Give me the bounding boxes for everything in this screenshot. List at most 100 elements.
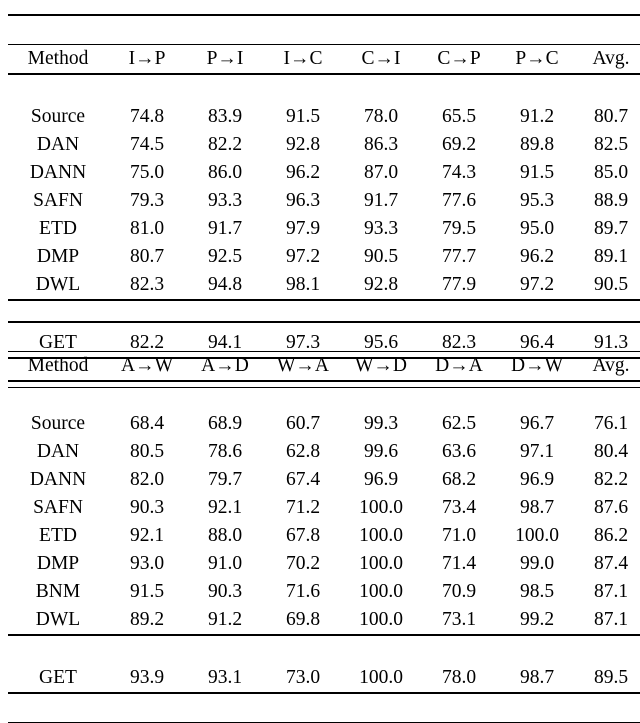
- horizontal-rule: [8, 634, 640, 664]
- horizontal-rule: [8, 14, 640, 45]
- cell-average: 76.1: [593, 413, 629, 435]
- column-header-aw: A→W: [121, 355, 173, 377]
- cell-value: 93.0: [129, 553, 165, 575]
- column-header-ci: C→I: [361, 48, 401, 70]
- cell-value: 90.3: [207, 581, 243, 603]
- cell-value: 62.8: [285, 441, 321, 463]
- cell-value: 100.0: [359, 609, 403, 631]
- cell-value: 97.2: [285, 246, 321, 268]
- cell-value: 99.0: [519, 553, 555, 575]
- cell-value: 91.2: [207, 609, 243, 631]
- cell-value: 89.8: [519, 134, 555, 156]
- cell-value: 96.7: [519, 413, 555, 435]
- cell-value: 92.8: [363, 274, 399, 296]
- table-row: BNM 91.5 90.3 71.6 100.0 70.9 98.5 87.1: [8, 578, 640, 606]
- cell-value: 100.0: [359, 581, 403, 603]
- row-method-name: DMP: [36, 246, 80, 268]
- row-method-name: ETD: [39, 525, 77, 547]
- row-method-name: BNM: [35, 581, 81, 603]
- cell-value: 96.3: [285, 190, 321, 212]
- cell-value: 91.2: [519, 106, 555, 128]
- column-header-pi: P→I: [206, 48, 244, 70]
- clipped-caption-above: [8, 0, 628, 2]
- cell-value: 96.2: [285, 162, 321, 184]
- cell-value: 91.5: [129, 581, 165, 603]
- cell-value: 86.3: [363, 134, 399, 156]
- cell-average: 87.6: [593, 497, 629, 519]
- table-rule-bottom: [8, 692, 640, 723]
- cell-value: 91.0: [207, 553, 243, 575]
- cell-value: 94.8: [207, 274, 243, 296]
- row-method-name: DWL: [35, 609, 81, 631]
- cell-value: 77.7: [441, 246, 477, 268]
- cell-value: 73.1: [441, 609, 477, 631]
- cell-value: 69.2: [441, 134, 477, 156]
- cell-value: 83.9: [207, 106, 243, 128]
- cell-value: 68.2: [441, 469, 477, 491]
- cell-average: 87.1: [593, 581, 629, 603]
- horizontal-rule: [8, 321, 640, 352]
- cell-average: 87.4: [593, 553, 629, 575]
- row-method-name: DMP: [36, 553, 80, 575]
- cell-value: 99.6: [363, 441, 399, 463]
- cell-value: 96.9: [519, 469, 555, 491]
- cell-value: 90.5: [363, 246, 399, 268]
- cell-value: 80.7: [129, 246, 165, 268]
- cell-value: 92.1: [129, 525, 165, 547]
- cell-value: 73.4: [441, 497, 477, 519]
- cell-value: 98.7: [519, 497, 555, 519]
- cell-average: 82.2: [593, 469, 629, 491]
- column-header-da: D→A: [435, 355, 483, 377]
- cell-value: 80.5: [129, 441, 165, 463]
- cell-value: 70.9: [441, 581, 477, 603]
- column-header-avg: Avg.: [592, 355, 630, 377]
- cell-value: 91.7: [363, 190, 399, 212]
- row-method-name: SAFN: [33, 190, 83, 212]
- cell-value: 78.6: [207, 441, 243, 463]
- row-method-name: DAN: [36, 134, 80, 156]
- row-method-name: Source: [30, 106, 86, 128]
- horizontal-rule: [8, 73, 640, 103]
- table-rule-top: [8, 14, 640, 45]
- table-row: DANN 82.0 79.7 67.4 96.9 68.2 96.9 82.2: [8, 466, 640, 494]
- cell-value: 62.5: [441, 413, 477, 435]
- cell-value: 86.0: [207, 162, 243, 184]
- summary-cell-value: 73.0: [285, 667, 321, 689]
- cell-value: 92.5: [207, 246, 243, 268]
- row-method-name: Source: [30, 413, 86, 435]
- column-header-cp: C→P: [437, 48, 481, 70]
- cell-value: 90.3: [129, 497, 165, 519]
- table-row: SAFN 79.3 93.3 96.3 91.7 77.6 95.3 88.9: [8, 187, 640, 215]
- cell-value: 71.0: [441, 525, 477, 547]
- cell-value: 91.7: [207, 218, 243, 240]
- summary-cell-value: 78.0: [441, 667, 477, 689]
- table-rule-mid: [8, 73, 640, 103]
- cell-value: 92.8: [285, 134, 321, 156]
- cell-value: 79.3: [129, 190, 165, 212]
- row-method-name: DAN: [36, 441, 80, 463]
- cell-value: 71.6: [285, 581, 321, 603]
- cell-value: 77.9: [441, 274, 477, 296]
- results-table-office31: Method A→W A→D W→A W→D D→A D→W Avg. Source 68.4 68…: [8, 321, 640, 723]
- table-header-row: Method I→P P→I I→C C→I C→P P→C Avg.: [8, 45, 640, 75]
- column-header-avg: Avg.: [592, 48, 630, 70]
- table-row: Source 74.8 83.9 91.5 78.0 65.5 91.2 80.7: [8, 103, 640, 131]
- cell-value: 82.0: [129, 469, 165, 491]
- cell-value: 98.1: [285, 274, 321, 296]
- cell-value: 87.0: [363, 162, 399, 184]
- summary-cell-average: 89.5: [593, 667, 629, 689]
- summary-cell-value: 98.7: [519, 667, 555, 689]
- cell-value: 96.9: [363, 469, 399, 491]
- table-row: DWL 89.2 91.2 69.8 100.0 73.1 99.2 87.1: [8, 606, 640, 635]
- table-row: DAN 74.5 82.2 92.8 86.3 69.2 89.8 82.5: [8, 131, 640, 159]
- cell-value: 67.8: [285, 525, 321, 547]
- cell-value: 97.9: [285, 218, 321, 240]
- cell-average: 89.1: [593, 246, 629, 268]
- cell-value: 93.3: [363, 218, 399, 240]
- horizontal-rule: [8, 380, 640, 410]
- cell-value: 79.5: [441, 218, 477, 240]
- horizontal-rule: [8, 692, 640, 723]
- cell-average: 89.7: [593, 218, 629, 240]
- cell-value: 70.2: [285, 553, 321, 575]
- cell-value: 78.0: [363, 106, 399, 128]
